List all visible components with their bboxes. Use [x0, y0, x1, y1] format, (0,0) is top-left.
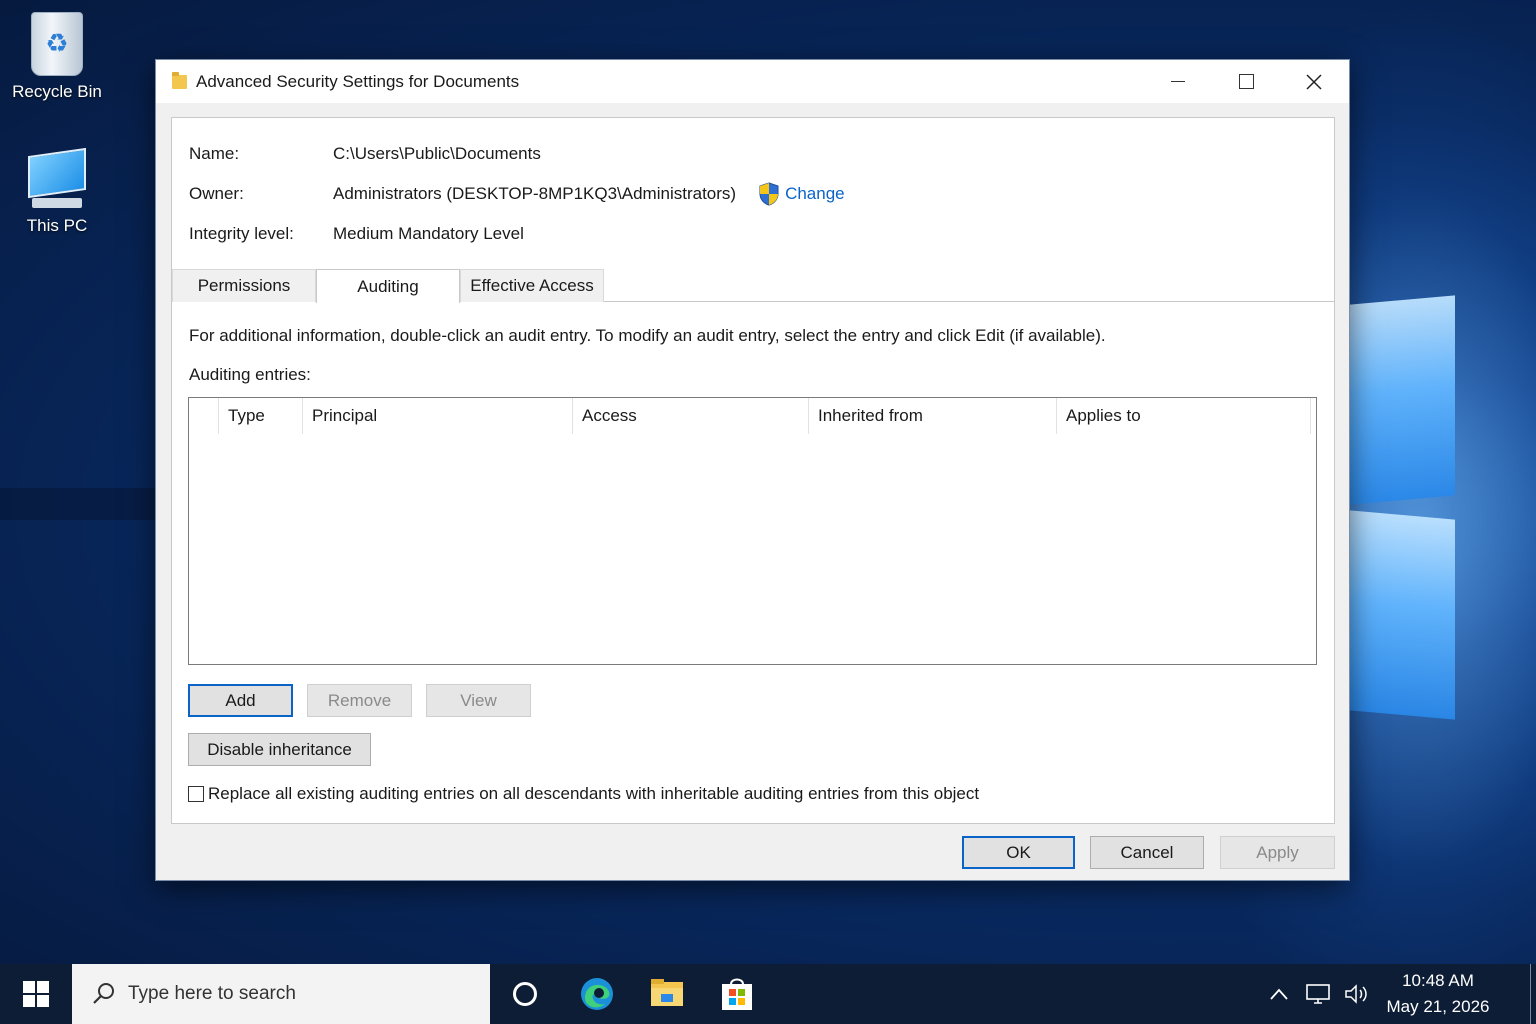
chevron-up-icon	[1270, 988, 1288, 1000]
edge-icon	[581, 978, 613, 1010]
integrity-row: Integrity level: Medium Mandatory Level	[189, 222, 524, 246]
taskbar: Type here to search 10:48 AM May 21, 202…	[0, 964, 1536, 1024]
taskbar-clock[interactable]: 10:48 AM May 21, 2026	[1378, 964, 1498, 1024]
title-bar[interactable]: Advanced Security Settings for Documents	[156, 60, 1349, 103]
replace-entries-checkbox[interactable]	[188, 786, 204, 802]
store-taskbar-button[interactable]	[702, 964, 772, 1024]
volume-button[interactable]	[1338, 964, 1374, 1024]
clock-date: May 21, 2026	[1386, 997, 1490, 1016]
windows-logo-icon	[23, 981, 49, 1007]
name-value: C:\Users\Public\Documents	[333, 144, 541, 163]
auditing-description: For additional information, double-click…	[189, 326, 1106, 345]
edge-taskbar-button[interactable]	[562, 964, 632, 1024]
volume-icon	[1345, 984, 1367, 1004]
windows-logo-pane-bottom	[1350, 510, 1455, 720]
disable-inheritance-button[interactable]: Disable inheritance	[188, 733, 371, 766]
cortana-icon	[513, 982, 537, 1006]
column-header-inherited-from[interactable]: Inherited from	[809, 398, 1057, 434]
desktop-icon-label: Recycle Bin	[12, 82, 102, 101]
remove-button[interactable]: Remove	[307, 684, 412, 717]
add-button[interactable]: Add	[188, 684, 293, 717]
replace-entries-option[interactable]: Replace all existing auditing entries on…	[188, 782, 979, 806]
integrity-label: Integrity level:	[189, 224, 294, 243]
view-button[interactable]: View	[426, 684, 531, 717]
tab-auditing[interactable]: Auditing	[316, 269, 460, 303]
wallpaper-band	[0, 488, 160, 520]
uac-shield-icon	[758, 182, 780, 206]
minimize-button[interactable]	[1144, 60, 1212, 103]
close-button[interactable]	[1280, 60, 1348, 103]
clock-time: 10:48 AM	[1402, 971, 1474, 990]
recycle-bin-icon	[31, 12, 83, 76]
store-icon	[722, 978, 752, 1010]
auditing-entries-label: Auditing entries:	[189, 365, 311, 384]
file-explorer-icon	[651, 979, 683, 1006]
advanced-security-dialog: Advanced Security Settings for Documents…	[155, 59, 1350, 881]
desktop-icon-this-pc[interactable]: This PC	[2, 147, 112, 236]
security-content-panel: Name: C:\Users\Public\Documents Owner: A…	[171, 117, 1335, 824]
folder-icon	[172, 71, 187, 89]
column-header-type[interactable]: Type	[219, 398, 303, 434]
owner-row: Owner: Administrators (DESKTOP-8MP1KQ3\A…	[189, 182, 845, 206]
tab-permissions[interactable]: Permissions	[172, 269, 316, 302]
cancel-button[interactable]: Cancel	[1090, 836, 1204, 869]
change-owner-link[interactable]: Change	[785, 184, 845, 204]
column-header-blank	[189, 398, 219, 434]
close-icon	[1306, 73, 1322, 90]
maximize-icon	[1238, 74, 1254, 89]
network-icon	[1306, 984, 1330, 1004]
name-row: Name: C:\Users\Public\Documents	[189, 142, 541, 166]
ok-button[interactable]: OK	[962, 836, 1075, 869]
auditing-entries-list[interactable]: Type Principal Access Inherited from App…	[188, 397, 1317, 665]
column-header-applies-to[interactable]: Applies to	[1057, 398, 1311, 434]
window-title: Advanced Security Settings for Documents	[196, 71, 520, 91]
desktop-icon-recycle-bin[interactable]: Recycle Bin	[2, 12, 112, 102]
apply-button[interactable]: Apply	[1220, 836, 1335, 869]
desktop-icon-label: This PC	[26, 216, 88, 235]
minimize-icon	[1171, 81, 1185, 82]
search-icon	[84, 981, 124, 1007]
owner-value: Administrators (DESKTOP-8MP1KQ3\Administ…	[333, 184, 737, 203]
network-button[interactable]	[1300, 964, 1336, 1024]
start-button[interactable]	[0, 964, 72, 1024]
cortana-button[interactable]	[490, 964, 560, 1024]
owner-label: Owner:	[189, 184, 244, 203]
tab-effective-access[interactable]: Effective Access	[460, 269, 604, 302]
maximize-button[interactable]	[1212, 60, 1280, 103]
search-placeholder: Type here to search	[128, 983, 296, 1004]
taskbar-search-box[interactable]: Type here to search	[72, 964, 490, 1024]
list-header: Type Principal Access Inherited from App…	[189, 398, 1316, 434]
this-pc-icon	[28, 147, 86, 199]
file-explorer-taskbar-button[interactable]	[632, 964, 702, 1024]
this-pc-icon-base	[32, 198, 82, 208]
column-header-principal[interactable]: Principal	[303, 398, 573, 434]
windows-logo-pane-top	[1350, 295, 1455, 505]
show-hidden-icons-button[interactable]	[1262, 964, 1296, 1024]
integrity-value: Medium Mandatory Level	[333, 224, 524, 243]
show-desktop-button[interactable]	[1530, 964, 1531, 1024]
replace-entries-label[interactable]: Replace all existing auditing entries on…	[208, 784, 979, 804]
tab-strip: Permissions Auditing Effective Access	[172, 269, 1334, 303]
column-header-access[interactable]: Access	[573, 398, 809, 434]
name-label: Name:	[189, 144, 240, 163]
